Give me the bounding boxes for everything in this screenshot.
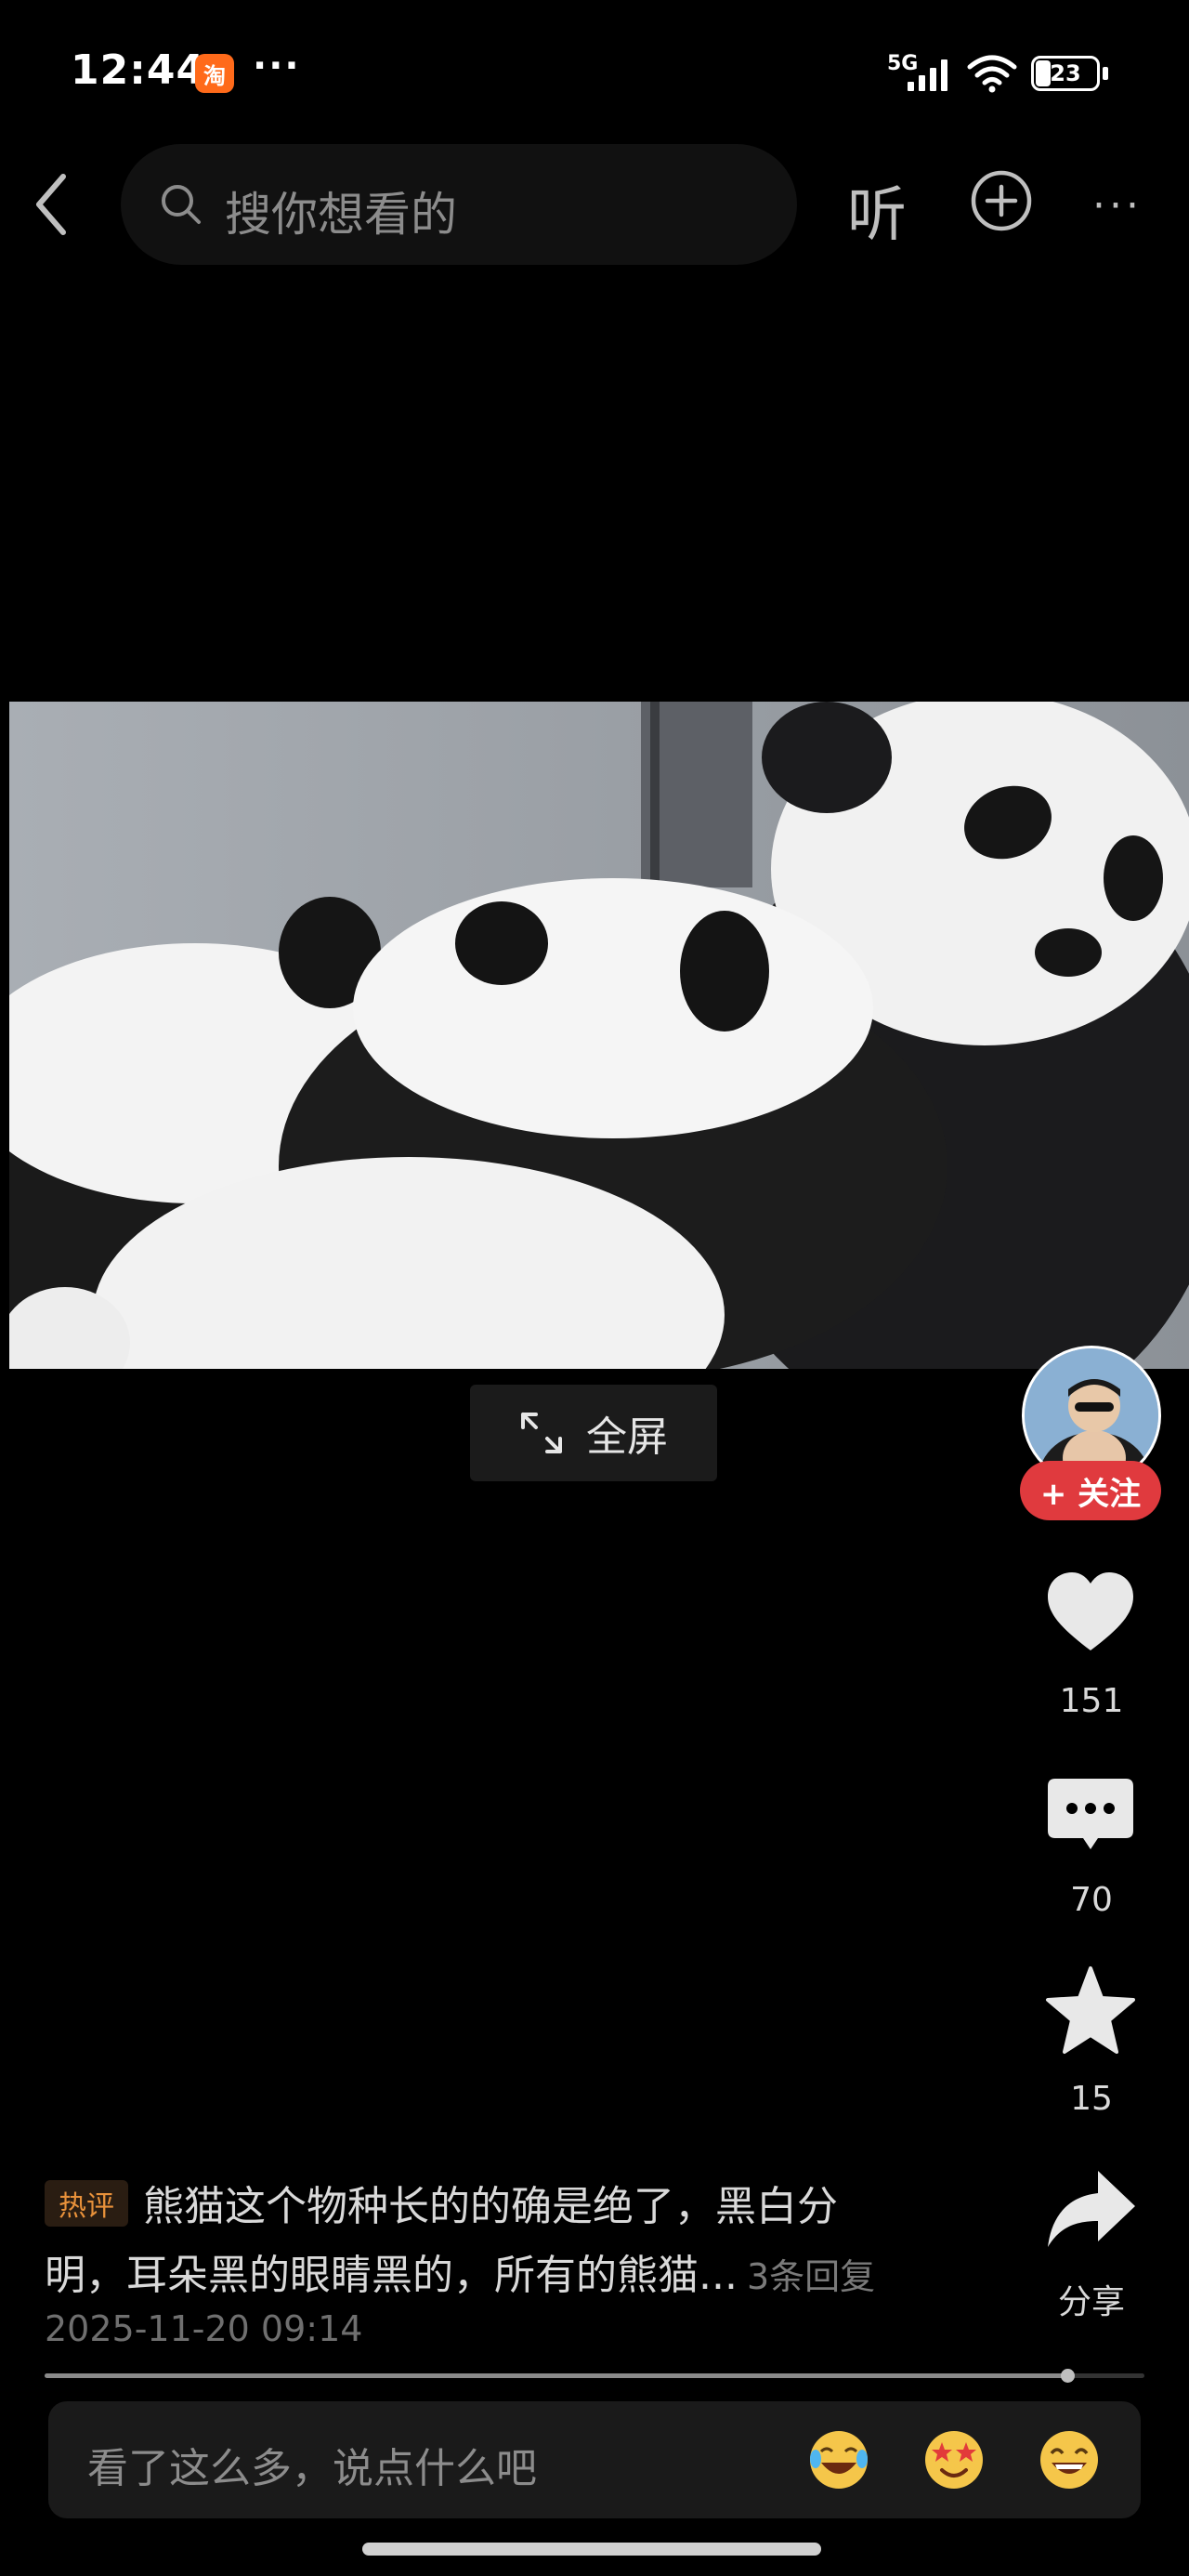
like-count: 151 xyxy=(1059,1682,1124,1720)
hot-comment-badge: 热评 xyxy=(45,2180,128,2227)
hot-comment-text: 明，耳朵黑的眼睛黑的，所有的熊猫... xyxy=(45,2252,738,2299)
taobao-app-icon: 淘 xyxy=(195,54,234,93)
comment-timestamp: 2025-11-20 09:14 xyxy=(45,2308,363,2349)
search-input[interactable]: 搜你想看的 xyxy=(121,144,797,265)
search-icon xyxy=(162,185,201,224)
star-icon[interactable] xyxy=(1042,1963,1139,2059)
add-icon[interactable] xyxy=(970,169,1033,232)
listen-button[interactable]: 听 xyxy=(847,167,907,253)
fullscreen-label: 全屏 xyxy=(586,1413,668,1461)
fullscreen-button[interactable]: 全屏 xyxy=(470,1385,717,1481)
hot-comment-line-2[interactable]: 明，耳朵黑的眼睛黑的，所有的熊猫... 3条回复 xyxy=(45,2241,875,2301)
grinning-emoji-icon[interactable] xyxy=(1037,2427,1102,2492)
status-time: 12:44 xyxy=(71,46,206,94)
video-frame-pandas xyxy=(9,702,1189,1369)
video-player[interactable] xyxy=(9,702,1189,1369)
battery-icon: 23 xyxy=(1031,56,1111,93)
video-progress-bar[interactable] xyxy=(45,2369,1144,2383)
share-label[interactable]: 分享 xyxy=(1022,2275,1161,2323)
comment-count: 70 xyxy=(1070,1881,1113,1919)
more-options-button[interactable]: ··· xyxy=(1092,182,1143,230)
share-arrow-icon[interactable] xyxy=(1042,2162,1139,2258)
signal-icon xyxy=(908,59,947,91)
battery-level: 23 xyxy=(1050,60,1081,86)
chat-bubble-icon[interactable] xyxy=(1042,1769,1139,1866)
home-indicator[interactable] xyxy=(362,2543,821,2556)
star-eyes-emoji-icon[interactable] xyxy=(921,2427,986,2492)
wifi-icon xyxy=(967,55,1017,93)
search-placeholder: 搜你想看的 xyxy=(225,188,457,242)
video-page: 12:44 淘 ··· 5G 23 搜你想看的 听 ··· 全屏 + 关注 15… xyxy=(0,0,1189,2576)
progress-handle[interactable] xyxy=(1061,2369,1076,2383)
comment-input[interactable]: 看了这么多，说点什么吧 xyxy=(48,2401,1141,2518)
expand-icon xyxy=(521,1413,562,1453)
hot-comment-line-1[interactable]: 熊猫这个物种长的的确是绝了，黑白分 xyxy=(143,2173,838,2232)
follow-button[interactable]: + 关注 xyxy=(1020,1461,1161,1520)
reply-count[interactable]: 3条回复 xyxy=(747,2256,875,2297)
status-more-icon: ··· xyxy=(253,45,301,87)
heart-icon[interactable] xyxy=(1042,1565,1139,1662)
back-button[interactable] xyxy=(28,167,74,242)
comment-placeholder: 看了这么多，说点什么吧 xyxy=(87,2445,537,2492)
status-bar: 12:44 淘 ··· 5G 23 xyxy=(0,0,1189,139)
progress-fill xyxy=(45,2373,1068,2378)
favorite-count: 15 xyxy=(1070,2080,1113,2118)
laughing-crying-emoji-icon[interactable] xyxy=(806,2427,871,2492)
